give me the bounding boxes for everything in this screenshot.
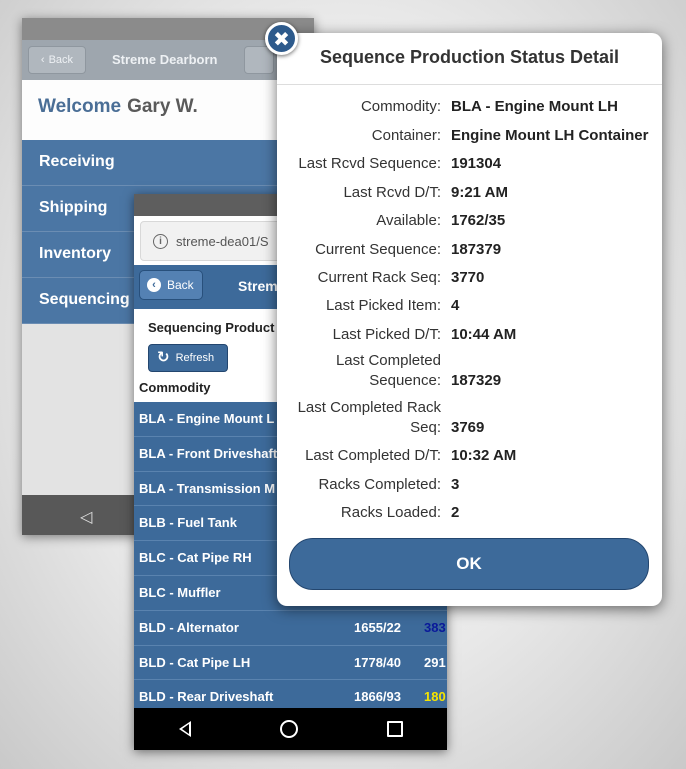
row-seq: 291 [424,654,446,670]
close-icon[interactable]: ✖ [265,22,298,55]
row-seq: 383 [424,619,446,635]
nav-back-icon[interactable]: ◁ [80,507,92,527]
ok-button[interactable]: OK [289,538,649,590]
nav-home-icon[interactable] [279,720,298,738]
field-value: 3769 [451,419,485,436]
row-avail: 1778/40 [354,654,401,670]
row-name: BLD - Alternator [139,619,239,635]
row-name: BLC - Cat Pipe RH [139,550,252,566]
back-button[interactable]: ‹ Back [28,46,86,74]
welcome-label: Welcome [38,96,122,117]
nav-recents-icon[interactable] [386,721,403,737]
refresh-label: Refresh [175,352,215,364]
field-value: 191304 [451,155,502,172]
field-label: Last Rcvd D/T: [343,184,441,201]
column-header-commodity: Commodity [139,380,211,395]
field-label: Current Sequence: [315,241,441,258]
field-label: Commodity: [360,98,441,115]
row-name: BLA - Engine Mount L [139,411,275,426]
list-item[interactable]: BLD - Alternator 1655/22 383 [134,610,447,646]
back-button[interactable]: ‹ Back [139,270,203,300]
info-icon[interactable]: i [153,233,168,249]
field-value: 9:21 AM [451,184,508,201]
nav-back-icon[interactable] [178,721,191,737]
page-title: Streme Dearborn [112,52,218,67]
field-label: Racks Loaded: [340,504,441,521]
back-button-label: Back [167,278,194,292]
row-name: BLB - Fuel Tank [139,515,237,531]
field-label: Last Completed Sequence: [335,352,441,389]
refresh-icon: ↻ [157,349,170,366]
android-nav-bar [134,708,447,750]
field-value: 1762/35 [451,212,506,229]
section-heading: Sequencing Product [148,320,275,335]
page-title: Strem [238,278,278,294]
field-label: Last Picked Item: [325,297,441,314]
field-label: Racks Completed: [318,476,441,493]
field-value: 187329 [451,372,502,389]
status-detail-dialog: Sequence Production Status Detail Commod… [277,33,662,606]
field-label: Last Completed Rack Seq: [297,399,441,436]
field-value: 10:44 AM [451,326,517,343]
user-name: Gary W. [127,96,198,117]
row-name: BLA - Transmission M [139,480,276,496]
row-avail: 1655/22 [354,619,401,635]
field-label: Last Completed D/T: [305,447,441,464]
menu-item-receiving[interactable]: Receiving [22,140,314,186]
url-text: streme-dea01/S [176,233,269,249]
row-name: BLD - Cat Pipe LH [139,654,251,670]
field-label: Last Picked D/T: [332,326,441,343]
field-value: 3 [451,476,460,493]
row-seq: 180 [424,689,446,705]
list-item[interactable]: BLD - Cat Pipe LH 1778/40 291 [134,645,447,681]
dialog-divider [277,84,662,85]
back-button-label: Back [48,54,74,66]
dialog-title: Sequence Production Status Detail [319,47,620,67]
field-value: BLA - Engine Mount LH [451,98,618,115]
field-value: 2 [451,504,460,521]
field-value: 10:32 AM [451,447,517,464]
field-label: Available: [376,212,441,229]
row-name: BLD - Rear Driveshaft [139,689,274,705]
field-label: Current Rack Seq: [317,269,441,286]
row-name: BLA - Front Driveshaft [139,445,278,461]
field-label: Container: [371,127,441,144]
chevron-left-icon: ‹ [40,54,45,66]
row-name: BLC - Muffler [139,584,221,600]
field-value: Engine Mount LH Container [451,127,649,144]
field-value: 3770 [451,269,485,286]
chevron-left-icon: ‹ [147,278,161,292]
field-label: Last Rcvd Sequence: [298,155,441,172]
field-value: 4 [451,297,460,314]
welcome-text: Welcome Gary W. [38,96,198,118]
refresh-button[interactable]: ↻ Refresh [148,344,228,372]
row-avail: 1866/93 [354,689,401,705]
field-value: 187379 [451,241,502,258]
